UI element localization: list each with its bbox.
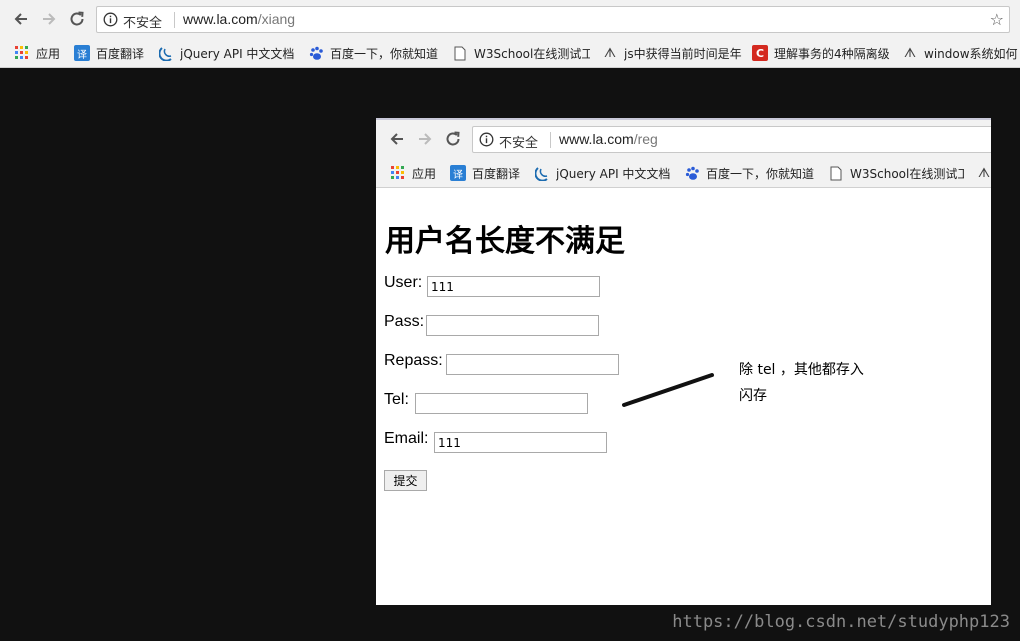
translate-icon: 译 [74, 45, 90, 61]
submit-button[interactable]: 提交 [384, 470, 427, 491]
email-label: Email: [384, 430, 429, 447]
url-host: www.la.com [559, 131, 634, 147]
security-status: 不安全 [123, 16, 163, 31]
baidu-paw-icon [308, 45, 324, 61]
bookmark-logo-icon: ᗑ [603, 45, 617, 61]
repass-input[interactable] [446, 354, 619, 375]
page-icon [828, 165, 844, 181]
divider [174, 12, 175, 28]
annotation-line-2: 闪存 [739, 388, 767, 404]
url-path: /xiang [257, 11, 296, 27]
reload-icon [70, 11, 84, 26]
bookmark-window[interactable]: ᗑ window系统如何 [902, 45, 1020, 61]
reload-button[interactable] [66, 8, 88, 30]
translate-icon: 译 [450, 165, 466, 181]
back-button[interactable] [386, 128, 408, 150]
bookmark-jquery[interactable]: jQuery API 中文文档 [534, 165, 672, 181]
inner-bookmarks-bar: 应用 译 百度翻译 jQuery API 中文文档 百度一下，你就知道 W3Sc… [376, 158, 991, 188]
bookmark-w3school[interactable]: W3School在线测试工具 [828, 165, 964, 181]
inner-browser-toolbar: 不安全 www.la.com/reg [376, 118, 991, 158]
csdn-icon: C [752, 45, 768, 61]
tel-label: Tel: [384, 391, 409, 408]
bookmark-overflow[interactable]: ᗑ [976, 165, 991, 181]
baidu-paw-icon [684, 165, 700, 181]
arrow-right-icon [419, 133, 432, 145]
bookmark-label: 百度一下，你就知道 [330, 46, 439, 61]
tel-input[interactable] [415, 393, 588, 414]
page-title: 用户名长度不满足 [385, 224, 625, 259]
arrow-left-icon [390, 133, 403, 145]
bookmark-logo-icon: ᗑ [903, 45, 917, 61]
pass-label: Pass: [384, 313, 425, 330]
reload-button[interactable] [442, 128, 464, 150]
bookmark-label: W3School在线测试工具 [474, 46, 590, 61]
user-label: User: [384, 274, 423, 291]
bookmark-logo-icon: ᗑ [977, 165, 991, 181]
bookmark-js-time[interactable]: ᗑ js中获得当前时间是年 [602, 45, 742, 61]
arrow-right-icon [43, 13, 56, 25]
bookmark-w3school[interactable]: W3School在线测试工具 [452, 45, 590, 61]
watermark: https://blog.csdn.net/studyphp123 [672, 612, 1010, 632]
url-text[interactable]: www.la.com/reg [559, 131, 658, 147]
bookmark-label: window系统如何 [924, 46, 1018, 61]
outer-browser-toolbar: 不安全 www.la.com/xiang ☆ [0, 0, 1020, 38]
annotation-note: 除 tel ，其他都存入 闪存 [739, 357, 889, 409]
user-input[interactable] [427, 276, 600, 297]
bookmark-label: 百度翻译 [472, 166, 521, 181]
back-button[interactable] [10, 8, 32, 30]
info-icon[interactable] [103, 12, 118, 27]
bookmark-label: 应用 [412, 166, 437, 181]
info-icon[interactable] [479, 132, 494, 147]
forward-button[interactable] [38, 8, 60, 30]
jquery-icon [158, 45, 174, 61]
inner-browser-screenshot: 不安全 www.la.com/reg 应用 译 百度翻译 jQuery API … [376, 118, 991, 605]
pass-input[interactable] [426, 315, 599, 336]
star-icon[interactable]: ☆ [990, 10, 1004, 29]
reload-icon [446, 131, 460, 146]
bookmark-label: jQuery API 中文文档 [180, 46, 295, 61]
annotation-arrow-line [622, 373, 714, 407]
email-input[interactable] [434, 432, 607, 453]
bookmark-label: jQuery API 中文文档 [556, 166, 671, 181]
address-bar[interactable]: 不安全 www.la.com/xiang ☆ [96, 6, 1010, 33]
bookmark-translate[interactable]: 译 百度翻译 [74, 45, 156, 61]
registration-page: 用户名长度不满足 User: Pass: Repass: Tel: Email:… [376, 189, 991, 605]
url-host: www.la.com [183, 11, 258, 27]
bookmark-apps[interactable]: 应用 [14, 45, 74, 61]
jquery-icon [534, 165, 550, 181]
apps-grid-icon [390, 165, 406, 181]
bookmark-apps[interactable]: 应用 [390, 165, 450, 181]
repass-label: Repass: [384, 352, 443, 369]
apps-grid-icon [14, 45, 30, 61]
bookmark-jquery[interactable]: jQuery API 中文文档 [158, 45, 296, 61]
bookmark-label: W3School在线测试工具 [850, 166, 964, 181]
bookmark-baidu[interactable]: 百度一下，你就知道 [308, 45, 444, 61]
bookmark-label: 百度一下，你就知道 [706, 166, 815, 181]
url-text[interactable]: www.la.com/xiang [183, 11, 295, 27]
address-bar[interactable]: 不安全 www.la.com/reg [472, 126, 991, 153]
bookmark-baidu[interactable]: 百度一下，你就知道 [684, 165, 820, 181]
forward-button[interactable] [414, 128, 436, 150]
bookmark-transaction[interactable]: C 理解事务的4种隔离级 [752, 45, 892, 61]
security-status: 不安全 [499, 136, 539, 151]
divider [550, 132, 551, 148]
page-icon [452, 45, 468, 61]
bookmark-label: 理解事务的4种隔离级 [774, 46, 890, 61]
annotation-line-1: 除 tel ，其他都存入 [739, 362, 864, 378]
url-path: /reg [633, 131, 658, 147]
bookmark-label: 百度翻译 [96, 46, 145, 61]
bookmark-translate[interactable]: 译 百度翻译 [450, 165, 532, 181]
bookmark-label: js中获得当前时间是年 [624, 46, 742, 61]
bookmark-label: 应用 [36, 46, 61, 61]
outer-bookmarks-bar: 应用 译 百度翻译 jQuery API 中文文档 百度一下，你就知道 W3Sc… [0, 38, 1020, 68]
arrow-left-icon [14, 13, 27, 25]
